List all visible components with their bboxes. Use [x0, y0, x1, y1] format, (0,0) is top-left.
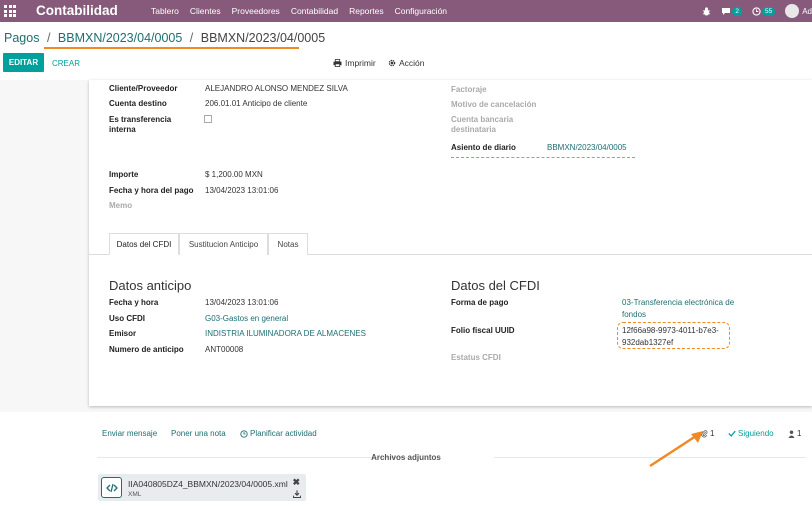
tab-sustitucion-anticipo[interactable]: Sustitucion Anticipo [179, 233, 268, 255]
menu-item-clientes[interactable]: Clientes [190, 6, 221, 16]
cuenta-bancaria-label: Cuenta bancaria destinataria [451, 115, 514, 134]
main-menu: Tablero Clientes Proveedores Contabilida… [151, 6, 458, 16]
close-icon[interactable]: ✖ [292, 477, 300, 488]
emisor-link[interactable]: INDISTRIA ILUMINADORA DE ALMACENES [205, 329, 366, 339]
clock-icon [752, 6, 761, 16]
fecha-pago-label: Fecha y hora del pago [109, 186, 194, 195]
create-button[interactable]: CREAR [52, 59, 80, 68]
top-navbar: Contabilidad Tablero Clientes Proveedore… [0, 0, 812, 22]
importe-label: Importe [109, 170, 139, 179]
apps-menu-icon[interactable] [4, 5, 16, 17]
print-button[interactable]: Imprimir [333, 58, 376, 68]
log-note-button[interactable]: Poner una nota [171, 429, 226, 438]
following-button[interactable]: Siguiendo [728, 429, 774, 438]
numero-anticipo-value[interactable]: ANT00008 [205, 345, 243, 355]
menu-item-configuracion[interactable]: Configuración [395, 6, 447, 16]
clock-icon [240, 429, 248, 438]
print-label: Imprimir [345, 58, 376, 68]
anticipo-fecha-value[interactable]: 13/04/2023 13:01:06 [205, 298, 278, 308]
user-menu[interactable]: Ad [785, 4, 812, 18]
action-button[interactable]: Acción [388, 58, 425, 68]
breadcrumb-current: BBMXN/2023/04/0005 [200, 31, 326, 45]
cuenta-destino-label: Cuenta destino [109, 99, 167, 108]
user-icon [788, 430, 795, 438]
edit-button[interactable]: EDITAR [3, 53, 44, 72]
xml-file-icon [101, 477, 122, 498]
debug-bug-icon[interactable] [702, 6, 711, 16]
tab-notas[interactable]: Notas [268, 233, 308, 255]
highlight-box [617, 322, 730, 349]
menu-item-contabilidad[interactable]: Contabilidad [291, 6, 338, 16]
cliente-proveedor-label: Cliente/Proveedor [109, 84, 178, 93]
emisor-label: Emisor [109, 329, 137, 338]
uso-cfdi-label: Uso CFDI [109, 314, 145, 323]
systray: 2 55 Ad [702, 0, 812, 22]
asiento-diario-label: Asiento de diario [451, 143, 516, 152]
avatar [785, 4, 800, 18]
breadcrumb-root[interactable]: Pagos [4, 31, 39, 45]
memo-label: Memo [109, 201, 133, 210]
followers-count: 1 [797, 429, 802, 438]
breadcrumb-record[interactable]: BBMXN/2023/04/0005 [58, 31, 182, 45]
folio-fiscal-label: Folio fiscal UUID [451, 326, 515, 335]
transferencia-interna-checkbox[interactable] [204, 115, 212, 123]
action-label: Acción [399, 58, 425, 68]
messages-count-badge: 2 [732, 6, 742, 16]
forma-pago-label: Forma de pago [451, 298, 509, 307]
breadcrumb-separator: / [189, 31, 194, 45]
check-icon [728, 430, 736, 437]
activities-button[interactable]: 55 [752, 6, 776, 16]
numero-anticipo-label: Numero de anticipo [109, 345, 184, 354]
datos-cfdi-title: Datos del CFDI [451, 278, 540, 293]
importe-value[interactable]: $ 1,200.00 MXN [205, 170, 263, 180]
send-message-button[interactable]: Enviar mensaje [102, 429, 157, 438]
attachment-file-type: XML [128, 491, 142, 498]
download-icon[interactable] [293, 490, 301, 498]
estatus-cfdi-label: Estatus CFDI [451, 353, 501, 362]
followers-button[interactable]: 1 [788, 429, 801, 438]
anticipo-fecha-label: Fecha y hora [109, 298, 159, 307]
attachment-card[interactable]: IIA040805DZ4_BBMXN/2023/04/0005.xml XML … [98, 474, 306, 501]
messages-button[interactable]: 2 [721, 6, 742, 16]
schedule-activity-label: Planificar actividad [250, 429, 317, 438]
transferencia-interna-label: Es transferencia interna [109, 115, 172, 134]
asiento-diario-link[interactable]: BBMXN/2023/04/0005 [547, 143, 627, 153]
chat-bubble-icon [722, 7, 731, 15]
printer-icon [333, 59, 342, 67]
cuenta-destino-value[interactable]: 206.01.01 Anticipo de cliente [205, 99, 307, 109]
menu-item-proveedores[interactable]: Proveedores [232, 6, 280, 16]
menu-item-tablero[interactable]: Tablero [151, 6, 179, 16]
gear-icon [388, 59, 396, 67]
forma-pago-link-line2[interactable]: fondos [622, 310, 646, 320]
schedule-activity-button[interactable]: Planificar actividad [240, 429, 317, 438]
user-name: Ad [802, 6, 812, 16]
attachments-count: 1 [710, 429, 715, 438]
fecha-pago-value[interactable]: 13/04/2023 13:01:06 [205, 186, 278, 196]
attachment-file-name[interactable]: IIA040805DZ4_BBMXN/2023/04/0005.xml [128, 479, 288, 489]
datos-anticipo-title: Datos anticipo [109, 278, 192, 293]
motivo-cancelacion-label: Motivo de cancelación [451, 100, 537, 109]
forma-pago-link-line1[interactable]: 03-Transferencia electrónica de [622, 298, 734, 308]
uso-cfdi-link[interactable]: G03-Gastos en general [205, 314, 288, 324]
factoraje-label: Factoraje [451, 85, 487, 94]
highlight-underline [451, 157, 635, 158]
annotation-arrow-icon [649, 431, 703, 468]
tab-datos-cfdi[interactable]: Datos del CFDI [109, 233, 179, 255]
highlight-underline [44, 47, 299, 49]
menu-item-reportes[interactable]: Reportes [349, 6, 384, 16]
following-label: Siguiendo [738, 429, 774, 438]
breadcrumb-separator: / [46, 31, 51, 45]
cliente-proveedor-value[interactable]: ALEJANDRO ALONSO MENDEZ SILVA [205, 84, 348, 94]
breadcrumb: Pagos / BBMXN/2023/04/0005 / BBMXN/2023/… [4, 31, 325, 45]
app-brand[interactable]: Contabilidad [36, 3, 118, 18]
activities-count-badge: 55 [761, 6, 776, 16]
